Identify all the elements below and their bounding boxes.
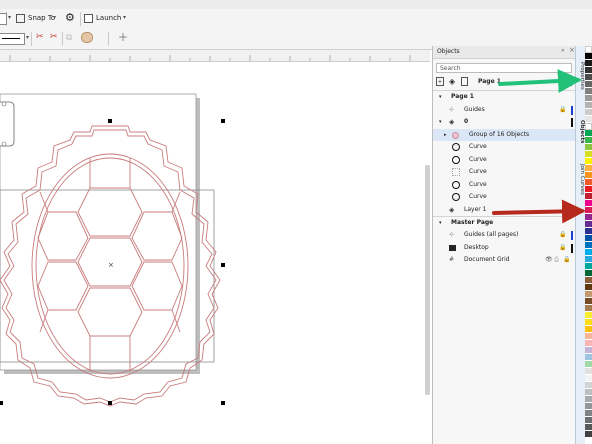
- annotation-overlay: [492, 69, 586, 224]
- red-annotation-arrow: [492, 199, 586, 224]
- green-annotation-arrow: [498, 69, 582, 94]
